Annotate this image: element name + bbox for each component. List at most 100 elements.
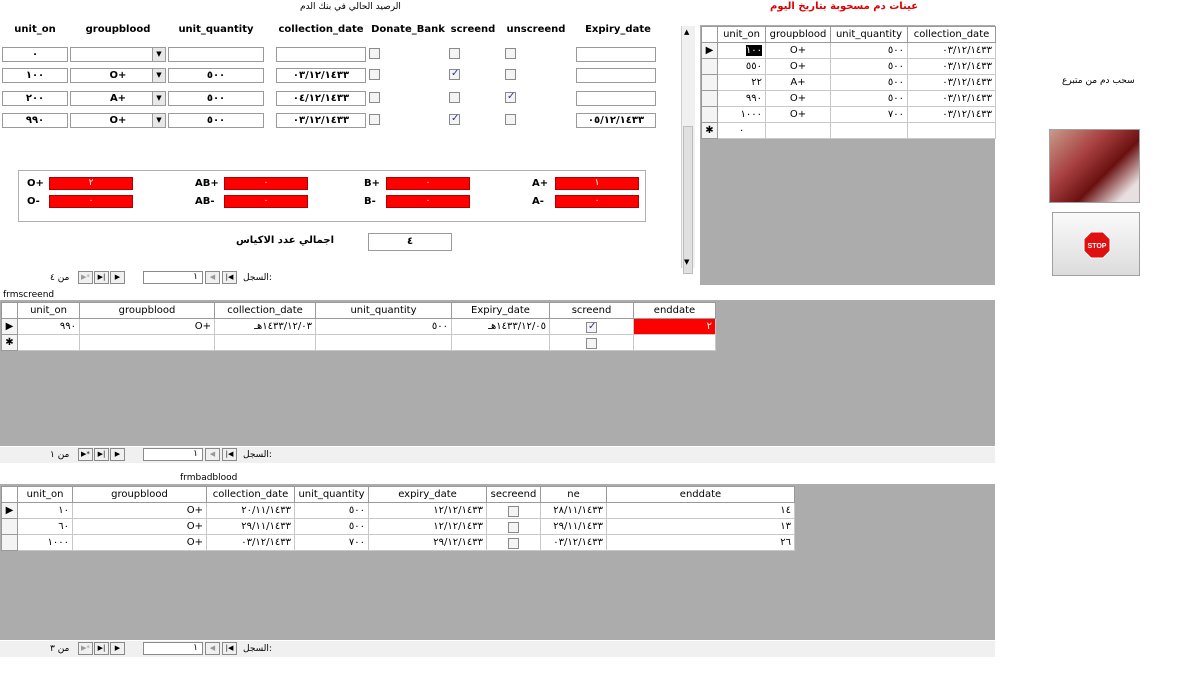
col-collection-date[interactable]: collection_date bbox=[214, 302, 316, 319]
unit-quantity-field[interactable]: ٥٠٠ bbox=[168, 68, 264, 83]
cell-unit-on[interactable]: ١٠ bbox=[17, 502, 73, 519]
table-row[interactable]: ١٠٠٠ O+ ٧٠٠ ٠٣/١٢/١٤٣٣ bbox=[701, 106, 996, 123]
unit-on-field[interactable]: ٢٠٠ bbox=[2, 91, 68, 106]
screend-checkbox[interactable] bbox=[449, 68, 460, 80]
col-unit-quantity[interactable]: unit_quantity bbox=[830, 26, 908, 43]
cell-ne[interactable]: ٢٨/١١/١٤٣٣ bbox=[540, 502, 607, 519]
secreend-checkbox[interactable] bbox=[508, 537, 519, 549]
cell-enddate[interactable] bbox=[633, 334, 716, 351]
cell-unit-on[interactable]: ٦٠ bbox=[17, 518, 73, 535]
col-expiry-date[interactable]: Expiry_date bbox=[451, 302, 550, 319]
expiry-date-field[interactable]: ٠٥/١٢/١٤٣٣ bbox=[576, 113, 656, 128]
withdraw-blood-button[interactable] bbox=[1049, 129, 1140, 203]
new-row[interactable]: ✱ bbox=[1, 334, 716, 351]
col-enddate[interactable]: enddate bbox=[633, 302, 716, 319]
cell-expiry-date[interactable]: ١٤٣٣/١٢/٠٥هـ bbox=[451, 318, 550, 335]
new-record-button[interactable]: ▶* bbox=[78, 271, 93, 284]
scroll-down-icon[interactable]: ▼ bbox=[684, 258, 689, 266]
table-row[interactable]: ٥٥٠ O+ ٥٠٠ ٠٣/١٢/١٤٣٣ bbox=[701, 58, 996, 75]
first-record-button[interactable]: |◀ bbox=[222, 448, 237, 461]
cell-enddate[interactable]: ١٤ bbox=[606, 502, 795, 519]
cell-unit-on[interactable]: ١٠٠٠ bbox=[17, 534, 73, 551]
screend-checkbox[interactable] bbox=[449, 92, 460, 103]
row-selector-icon[interactable]: ▶ bbox=[701, 42, 718, 59]
cell-screend[interactable] bbox=[549, 334, 634, 351]
last-record-button[interactable]: ▶| bbox=[94, 271, 109, 284]
col-secreend[interactable]: secreend bbox=[486, 486, 541, 503]
unscreend-checkbox[interactable] bbox=[505, 114, 516, 125]
unit-quantity-field[interactable]: ٥٠٠ bbox=[168, 91, 264, 106]
donate-bank-checkbox[interactable] bbox=[369, 92, 380, 103]
cell-unit-on[interactable]: ٩٩٠ bbox=[17, 318, 80, 335]
new-record-button[interactable]: ▶* bbox=[78, 448, 93, 461]
cell-expiry-date[interactable]: ١٢/١٢/١٤٣٣ bbox=[368, 502, 487, 519]
cell-unit-quantity[interactable]: ٥٠٠ bbox=[294, 502, 369, 519]
cell-collection-date[interactable]: ٠٣/١٢/١٤٣٣ bbox=[907, 42, 996, 59]
unit-on-field[interactable]: ٠ bbox=[2, 47, 68, 62]
screend-checkbox[interactable] bbox=[449, 48, 460, 59]
prev-record-button[interactable]: ◀ bbox=[205, 448, 220, 461]
cell-unit-quantity[interactable]: ٥٠٠ bbox=[830, 42, 908, 59]
cell-groupblood[interactable]: O+ bbox=[79, 318, 215, 335]
unscreend-checkbox[interactable] bbox=[505, 48, 516, 59]
collection-date-field[interactable]: ٠٣/١٢/١٤٣٣ bbox=[276, 113, 366, 128]
cell-collection-date[interactable] bbox=[907, 122, 996, 139]
donate-bank-checkbox[interactable] bbox=[369, 48, 380, 59]
col-unit-on[interactable]: unit_on bbox=[17, 302, 80, 319]
cell-expiry-date[interactable]: ٢٩/١٢/١٤٣٣ bbox=[368, 534, 487, 551]
cell-groupblood[interactable]: O+ bbox=[765, 58, 831, 75]
unscreend-checkbox[interactable] bbox=[505, 69, 516, 80]
cell-groupblood[interactable]: O+ bbox=[765, 42, 831, 59]
table-row[interactable]: ١٠٠٠ O+ ٠٣/١٢/١٤٣٣ ٧٠٠ ٢٩/١٢/١٤٣٣ ٠٣/١٢/… bbox=[1, 534, 795, 551]
new-row[interactable]: ✱ ٠ bbox=[701, 122, 996, 139]
cell-enddate[interactable]: ١٣ bbox=[606, 518, 795, 535]
collection-date-field[interactable]: ٠٣/١٢/١٤٣٣ bbox=[276, 68, 366, 83]
cell-collection-date[interactable]: ٠٣/١٢/١٤٣٣ bbox=[907, 74, 996, 91]
unscreend-checkbox[interactable] bbox=[505, 91, 516, 103]
cell-collection-date[interactable]: ٢٠/١١/١٤٣٣ bbox=[206, 502, 295, 519]
cell-unit-on[interactable]: ٥٥٠ bbox=[717, 58, 766, 75]
chevron-down-icon[interactable]: ▼ bbox=[152, 69, 165, 82]
cell-unit-quantity[interactable] bbox=[830, 122, 908, 139]
collection-date-field[interactable] bbox=[276, 47, 366, 62]
cell-unit-quantity[interactable]: ٧٠٠ bbox=[294, 534, 369, 551]
next-record-button[interactable]: ▶ bbox=[110, 448, 125, 461]
col-groupblood[interactable]: groupblood bbox=[72, 486, 207, 503]
record-number-input[interactable]: ١ bbox=[143, 642, 203, 655]
cell-expiry-date[interactable]: ١٢/١٢/١٤٣٣ bbox=[368, 518, 487, 535]
cell-collection-date[interactable]: ٠٣/١٢/١٤٣٣ bbox=[206, 534, 295, 551]
unit-on-field[interactable]: ٩٩٠ bbox=[2, 113, 68, 128]
table-row[interactable]: ▶ ٩٩٠ O+ ١٤٣٣/١٢/٠٣هـ ٥٠٠ ١٤٣٣/١٢/٠٥هـ ٢ bbox=[1, 318, 716, 335]
scroll-thumb[interactable] bbox=[683, 126, 693, 274]
cell-groupblood[interactable]: A+ bbox=[765, 74, 831, 91]
secreend-checkbox[interactable] bbox=[508, 505, 519, 517]
cell-ne[interactable]: ٠٣/١٢/١٤٣٣ bbox=[540, 534, 607, 551]
donate-bank-checkbox[interactable] bbox=[369, 69, 380, 80]
cell-groupblood[interactable]: O+ bbox=[72, 518, 207, 535]
cell-unit-quantity[interactable]: ٥٠٠ bbox=[294, 518, 369, 535]
col-unit-on[interactable]: unit_on bbox=[17, 486, 73, 503]
scroll-up-icon[interactable]: ▲ bbox=[684, 28, 689, 36]
table-row[interactable]: ٩٩٠ O+ ٥٠٠ ٠٣/١٢/١٤٣٣ bbox=[701, 90, 996, 107]
cell-secreend[interactable] bbox=[486, 534, 541, 551]
groupblood-select[interactable]: ▼ bbox=[70, 47, 166, 62]
cell-unit-quantity[interactable]: ٥٠٠ bbox=[315, 318, 452, 335]
cell-unit-on[interactable]: ١٠٠٠ bbox=[717, 106, 766, 123]
groupblood-select[interactable]: O+ ▼ bbox=[70, 113, 166, 128]
prev-record-button[interactable]: ◀ bbox=[205, 642, 220, 655]
cell-secreend[interactable] bbox=[486, 502, 541, 519]
expiry-date-field[interactable] bbox=[576, 68, 656, 83]
cell-unit-quantity[interactable]: ٥٠٠ bbox=[830, 58, 908, 75]
table-row[interactable]: ▶ ١٠ O+ ٢٠/١١/١٤٣٣ ٥٠٠ ١٢/١٢/١٤٣٣ ٢٨/١١/… bbox=[1, 502, 795, 519]
prev-record-button[interactable]: ◀ bbox=[205, 271, 220, 284]
cell-unit-on[interactable]: ٠ bbox=[717, 122, 766, 139]
cell-unit-on[interactable]: ٢٢ bbox=[717, 74, 766, 91]
cell-screend[interactable] bbox=[549, 318, 634, 335]
chevron-down-icon[interactable]: ▼ bbox=[152, 114, 165, 127]
cell-collection-date[interactable]: ٠٣/١٢/١٤٣٣ bbox=[907, 106, 996, 123]
chevron-down-icon[interactable]: ▼ bbox=[152, 48, 165, 61]
screend-checkbox[interactable] bbox=[449, 113, 460, 125]
col-unit-quantity[interactable]: unit_quantity bbox=[294, 486, 369, 503]
expiry-date-field[interactable] bbox=[576, 47, 656, 62]
cell-secreend[interactable] bbox=[486, 518, 541, 535]
